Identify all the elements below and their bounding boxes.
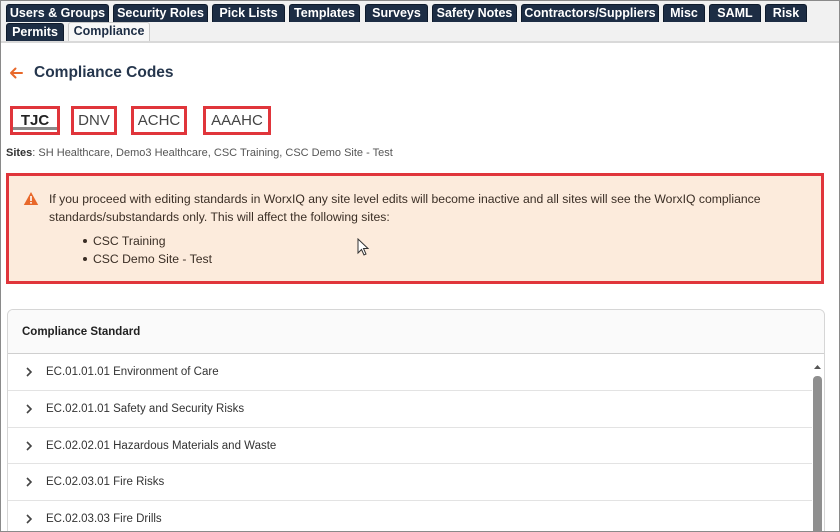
table-row[interactable]: EC.01.01.01 Environment of Care [8, 354, 812, 391]
column-header-compliance-standard: Compliance Standard [22, 326, 141, 338]
scrollbar-thumb[interactable] [813, 376, 822, 531]
mouse-cursor-icon [357, 238, 370, 256]
code-button-dnv[interactable]: DNV [71, 106, 117, 135]
tab-permits[interactable]: Permits [6, 23, 64, 41]
row-label: EC.01.01.01 Environment of Care [46, 366, 219, 378]
sites-line: Sites: SH Healthcare, Demo3 Healthcare, … [6, 147, 393, 159]
warning-banner: If you proceed with editing standards in… [6, 173, 824, 284]
tab-saml[interactable]: SAML [709, 4, 761, 22]
code-button-aaahc[interactable]: AAAHC [203, 106, 271, 135]
chevron-right-icon[interactable] [24, 513, 34, 525]
tab-compliance[interactable]: Compliance [68, 22, 150, 41]
tab-templates[interactable]: Templates [289, 4, 360, 22]
table-row[interactable]: EC.02.02.01 Hazardous Materials and Wast… [8, 428, 812, 465]
tab-surveys[interactable]: Surveys [365, 4, 428, 22]
tab-bar: Users & Groups Security Roles Pick Lists… [1, 1, 839, 43]
tab-divider [1, 41, 839, 43]
chevron-right-icon[interactable] [24, 440, 34, 452]
table-header: Compliance Standard [8, 310, 824, 354]
row-label: EC.02.03.03 Fire Drills [46, 513, 162, 526]
tab-misc[interactable]: Misc [663, 4, 705, 22]
tab-security-roles[interactable]: Security Roles [113, 4, 208, 22]
tab-pick-lists[interactable]: Pick Lists [212, 4, 285, 22]
row-label: EC.02.01.01 Safety and Security Risks [46, 402, 245, 415]
warning-message: If you proceed with editing standards in… [49, 192, 761, 224]
code-button-tjc[interactable]: TJC [10, 106, 60, 135]
chevron-right-icon[interactable] [24, 476, 34, 488]
code-button-achc[interactable]: ACHC [131, 106, 187, 135]
scroll-up-arrow-icon[interactable] [813, 363, 822, 371]
row-label: EC.02.02.01 Hazardous Materials and Wast… [46, 439, 277, 452]
page-title: Compliance Codes [34, 64, 174, 81]
tab-risk[interactable]: Risk [765, 4, 807, 22]
row-label: EC.02.03.01 Fire Risks [46, 476, 165, 489]
tab-users-groups[interactable]: Users & Groups [6, 4, 109, 22]
chevron-right-icon[interactable] [24, 366, 34, 378]
tab-safety-notes[interactable]: Safety Notes [432, 4, 517, 22]
affected-site-item: CSC Training [83, 232, 212, 250]
back-arrow-icon[interactable] [8, 65, 24, 81]
tab-contractors-suppliers[interactable]: Contractors/Suppliers [521, 4, 659, 22]
sites-value: : SH Healthcare, Demo3 Healthcare, CSC T… [32, 147, 393, 159]
affected-sites-list: CSC Training CSC Demo Site - Test [83, 232, 212, 268]
compliance-standards-table: Compliance Standard EC.01.01.01 Environm… [7, 309, 825, 531]
table-row[interactable]: EC.02.03.01 Fire Risks [8, 464, 812, 502]
sites-label: Sites [6, 147, 33, 159]
table-row[interactable]: EC.02.03.03 Fire Drills [8, 501, 812, 531]
affected-site-item: CSC Demo Site - Test [83, 252, 212, 266]
warning-icon [23, 192, 39, 205]
app-frame: Users & Groups Security Roles Pick Lists… [0, 0, 840, 532]
chevron-right-icon[interactable] [24, 403, 34, 415]
table-row[interactable]: EC.02.01.01 Safety and Security Risks [8, 391, 812, 428]
